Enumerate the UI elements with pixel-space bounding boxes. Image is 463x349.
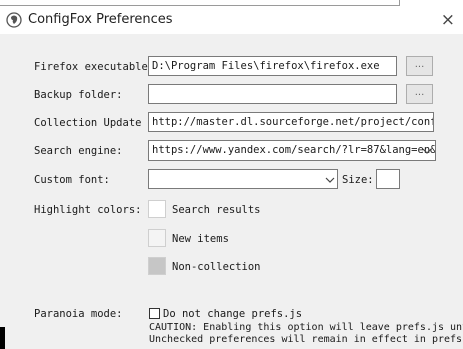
- firefox-executable-label: Firefox executable:: [34, 61, 155, 73]
- non-collection-color-label: Non-collection: [172, 261, 261, 273]
- preferences-form: Firefox executable: D:\Program Files\fir…: [0, 34, 463, 349]
- new-items-color-label: New items: [172, 233, 229, 245]
- search-results-color-swatch[interactable]: [148, 200, 166, 218]
- caution-text-line1: CAUTION: Enabling this option will leave…: [149, 322, 463, 333]
- collection-update-url-label: Collection Update UR: [34, 117, 161, 129]
- highlight-colors-label: Highlight colors:: [34, 204, 142, 216]
- left-border-artifact: [0, 327, 5, 349]
- configfox-app-icon: [6, 12, 22, 28]
- custom-font-dropdown[interactable]: [148, 169, 338, 189]
- search-engine-dropdown[interactable]: https://www.yandex.com/search/?lr=87&lan…: [148, 140, 436, 161]
- backup-folder-label: Backup folder:: [34, 89, 123, 101]
- firefox-executable-browse-button[interactable]: ...: [406, 56, 433, 76]
- font-size-label: Size:: [342, 174, 374, 186]
- custom-font-label: Custom font:: [34, 174, 110, 186]
- font-size-field[interactable]: [376, 169, 400, 189]
- background-window-edge: [0, 0, 463, 8]
- paranoia-mode-checkbox-label: Do not change prefs.js: [163, 308, 303, 320]
- backup-folder-field[interactable]: [148, 84, 397, 104]
- non-collection-color-swatch[interactable]: [148, 257, 166, 275]
- dialog-title: ConfigFox Preferences: [28, 12, 173, 27]
- paranoia-mode-label: Paranoia mode:: [34, 308, 123, 320]
- preferences-dialog: ConfigFox Preferences × Firefox executab…: [0, 8, 463, 349]
- search-engine-label: Search engine:: [34, 145, 123, 157]
- background-window-corner: [399, 0, 400, 6]
- firefox-executable-field[interactable]: D:\Program Files\firefox\firefox.exe: [148, 56, 397, 76]
- title-bar[interactable]: ConfigFox Preferences ×: [0, 8, 463, 34]
- chevron-down-icon[interactable]: [421, 145, 433, 157]
- caution-text-line2: Unchecked preferences will remain in eff…: [149, 334, 463, 345]
- chevron-down-icon[interactable]: [324, 174, 336, 186]
- new-items-color-swatch[interactable]: [148, 229, 166, 247]
- background-window-border: [0, 5, 400, 6]
- close-icon[interactable]: ×: [441, 10, 455, 30]
- backup-folder-browse-button[interactable]: ...: [406, 84, 433, 104]
- search-results-color-label: Search results: [172, 204, 261, 216]
- collection-update-url-field[interactable]: http://master.dl.sourceforge.net/project…: [148, 112, 434, 132]
- search-engine-value: https://www.yandex.com/search/?lr=87&lan…: [152, 144, 436, 156]
- paranoia-mode-checkbox[interactable]: [149, 308, 160, 319]
